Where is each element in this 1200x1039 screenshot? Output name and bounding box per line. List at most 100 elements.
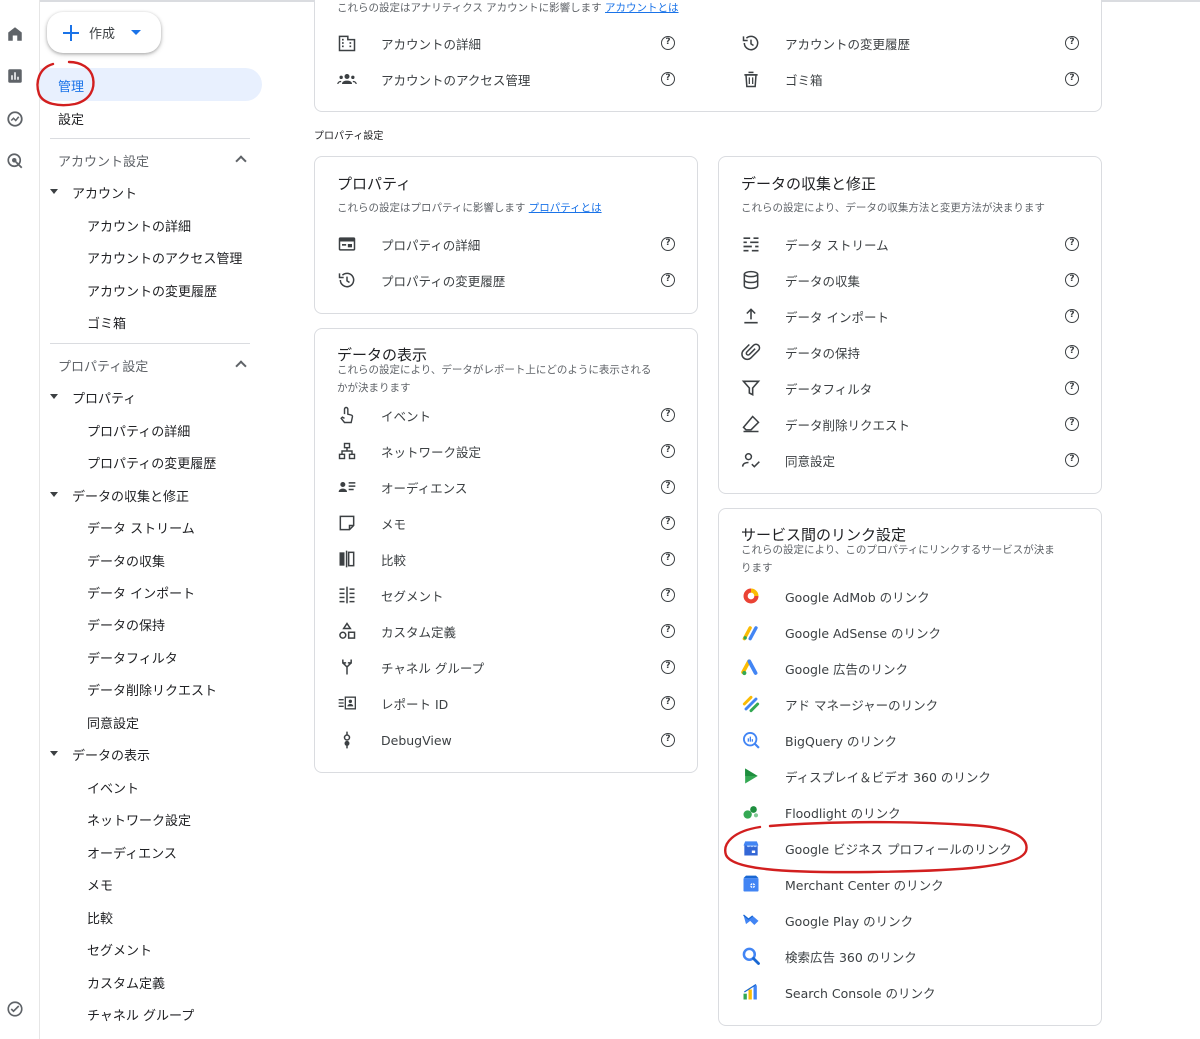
sidebar-item-data-streams[interactable]: データ ストリーム [87,518,195,537]
adsense-link-row[interactable]: Google AdSense のリンク [741,621,941,643]
help-icon[interactable]: ? [661,588,675,602]
account-details-row[interactable]: アカウントの詳細 [337,32,481,54]
sidebar-item-settings[interactable]: 設定 [58,109,84,128]
sidebar-item-consent[interactable]: 同意設定 [87,713,139,732]
merchant-center-link-row[interactable]: Merchant Center のリンク [741,873,944,895]
collapse-chevron-icon[interactable] [235,360,247,372]
account-access-row[interactable]: アカウントのアクセス管理 [337,68,530,90]
help-icon[interactable]: ? [1065,36,1079,50]
channel-groups-row[interactable]: チャネル グループ [337,656,484,678]
floodlight-link-row[interactable]: Floodlight のリンク [741,801,901,823]
consent-row[interactable]: 同意設定 [741,449,835,471]
custom-definitions-row[interactable]: カスタム定義 [337,620,456,642]
sidebar-item-data-collection[interactable]: データの収集 [87,551,165,570]
data-import-row[interactable]: データ インポート [741,305,889,327]
help-icon[interactable]: ? [661,237,675,251]
audiences-row[interactable]: オーディエンス [337,476,467,498]
google-play-link-row[interactable]: Google Play のリンク [741,909,913,931]
network-row[interactable]: ネットワーク設定 [337,440,481,462]
explore-icon[interactable] [5,109,25,129]
notes-row[interactable]: メモ [337,512,406,534]
report-id-row[interactable]: レポート ID [337,692,448,714]
help-icon[interactable]: ? [1065,417,1079,431]
data-deletion-row[interactable]: データ削除リクエスト [741,413,910,435]
help-icon[interactable]: ? [661,660,675,674]
sidebar-item-data-retention[interactable]: データの保持 [87,615,165,634]
dv360-link-row[interactable]: ディスプレイ＆ビデオ 360 のリンク [741,765,991,787]
sidebar-item-property-history[interactable]: プロパティの変更履歴 [87,453,216,472]
help-icon[interactable]: ? [1065,345,1079,359]
help-icon[interactable]: ? [661,624,675,638]
help-icon[interactable]: ? [661,36,675,50]
help-icon[interactable]: ? [1065,237,1079,251]
events-row[interactable]: イベント [337,404,431,426]
sidebar-group-data-display[interactable]: データの表示 [72,745,150,764]
data-retention-row[interactable]: データの保持 [741,341,860,363]
help-icon[interactable]: ? [661,408,675,422]
debugview-row[interactable]: DebugView [337,729,452,751]
property-settings-header[interactable]: プロパティ設定 [58,356,148,375]
google-ads-link-row[interactable]: Google 広告のリンク [741,657,908,679]
sidebar-item-comparisons[interactable]: 比較 [87,908,113,927]
sidebar-item-account-access[interactable]: アカウントのアクセス管理 [87,248,242,267]
property-history-row[interactable]: プロパティの変更履歴 [337,269,505,291]
advertising-icon[interactable] [5,151,25,171]
sidebar-item-custom-definitions[interactable]: カスタム定義 [87,973,165,992]
comparisons-row[interactable]: 比較 [337,548,406,570]
help-icon[interactable]: ? [661,444,675,458]
data-streams-row[interactable]: データ ストリーム [741,233,889,255]
sidebar-item-account-history[interactable]: アカウントの変更履歴 [87,281,217,300]
sidebar-item-data-import[interactable]: データ インポート [87,583,195,602]
property-details-row[interactable]: プロパティの詳細 [337,233,480,255]
sidebar-item-data-deletion[interactable]: データ削除リクエスト [87,680,217,699]
sidebar-item-events[interactable]: イベント [87,778,139,797]
sidebar-item-property-details[interactable]: プロパティの詳細 [87,421,190,440]
sidebar-item-audiences[interactable]: オーディエンス [87,843,177,862]
sidebar-group-data-collection[interactable]: データの収集と修正 [72,486,189,505]
help-icon[interactable]: ? [1065,309,1079,323]
sidebar-item-network[interactable]: ネットワーク設定 [87,810,191,829]
expand-arrow-icon[interactable] [50,751,58,756]
account-settings-header[interactable]: アカウント設定 [58,151,149,170]
help-icon[interactable]: ? [1065,72,1079,86]
create-button[interactable]: 作成 [47,12,161,53]
help-icon[interactable]: ? [661,552,675,566]
sa360-link-row[interactable]: 検索広告 360 のリンク [741,945,917,967]
sidebar-item-trash[interactable]: ゴミ箱 [87,313,126,332]
what-is-account-link[interactable]: アカウントとは [605,2,679,14]
sidebar-item-data-filters[interactable]: データフィルタ [87,648,178,667]
help-icon[interactable]: ? [661,273,675,287]
segments-row[interactable]: セグメント [337,584,444,606]
reports-icon[interactable] [5,66,25,86]
data-collection-row[interactable]: データの収集 [741,269,860,291]
help-icon[interactable]: ? [661,72,675,86]
data-filters-row[interactable]: データフィルタ [741,377,872,399]
what-is-property-link[interactable]: プロパティとは [529,202,602,214]
search-console-link-row[interactable]: Search Console のリンク [741,981,936,1003]
admob-link-row[interactable]: Google AdMob のリンク [741,585,930,607]
home-icon[interactable] [5,24,25,44]
help-icon[interactable]: ? [661,480,675,494]
sidebar-item-notes[interactable]: メモ [87,875,113,894]
help-icon[interactable]: ? [1065,273,1079,287]
trash-row[interactable]: ゴミ箱 [741,68,823,90]
sidebar-item-account-details[interactable]: アカウントの詳細 [87,216,191,235]
help-icon[interactable]: ? [661,696,675,710]
help-icon[interactable]: ? [661,733,675,747]
check-circle-icon[interactable] [5,999,25,1019]
expand-arrow-icon[interactable] [50,189,58,194]
help-icon[interactable]: ? [1065,381,1079,395]
account-history-row[interactable]: アカウントの変更履歴 [741,32,910,54]
business-profile-link-row[interactable]: Google ビジネス プロフィールのリンク [741,837,1012,859]
sidebar-group-property[interactable]: プロパティ [72,388,136,407]
sidebar-item-segments[interactable]: セグメント [87,940,152,959]
sidebar-group-account[interactable]: アカウント [72,183,137,202]
help-icon[interactable]: ? [661,516,675,530]
collapse-chevron-icon[interactable] [235,155,247,167]
ad-manager-link-row[interactable]: アド マネージャーのリンク [741,693,938,715]
help-icon[interactable]: ? [1065,453,1079,467]
sidebar-item-channel-groups[interactable]: チャネル グループ [87,1005,194,1024]
expand-arrow-icon[interactable] [50,492,58,497]
expand-arrow-icon[interactable] [50,394,58,399]
bigquery-link-row[interactable]: BigQuery のリンク [741,729,897,751]
